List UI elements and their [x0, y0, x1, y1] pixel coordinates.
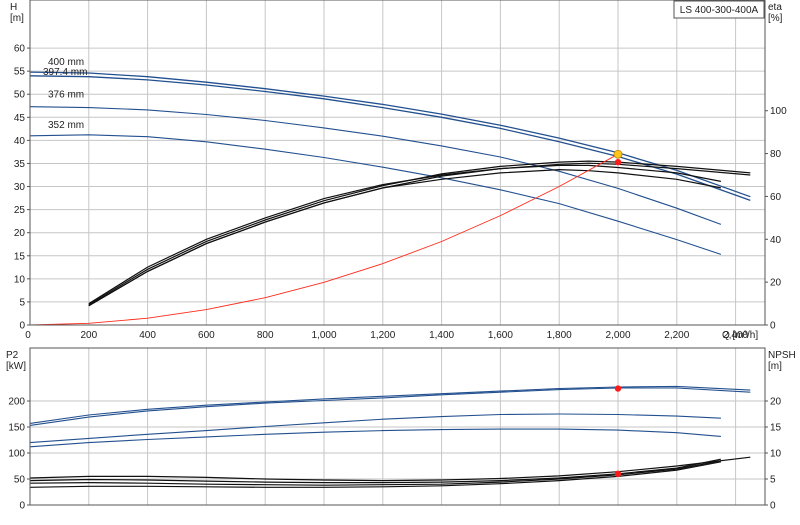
efficiency-curve: [88, 168, 722, 307]
head-tick-label: 20: [14, 228, 26, 239]
pump-curve-chart: 0 200 400 600 800 1,000 1,200 1,400 1,600 1,800 2,…: [0, 0, 800, 520]
eta-tick-label: 20: [770, 278, 782, 289]
head-tick-label: 10: [14, 274, 26, 285]
efficiency-curve: [88, 162, 751, 307]
npsh-axis-unit: [m]: [768, 361, 782, 372]
head-tick-label: 15: [14, 251, 26, 262]
pump-curve-svg: 0 200 400 600 800 1,000 1,200 1,400 1,600 1,800 2,…: [6, 0, 796, 512]
head-tick-label: 35: [14, 159, 26, 170]
head-tick-label: 40: [14, 136, 26, 147]
x-tick-label: 600: [198, 330, 215, 341]
x-axis-label: Q [m³/h]: [722, 330, 758, 341]
model-label: LS 400-300-400A: [680, 5, 759, 16]
head-curve: [29, 71, 751, 198]
x-tick-label: 200: [80, 330, 97, 341]
power-curve: [29, 413, 721, 444]
power-tick-label: 200: [8, 397, 25, 408]
x-tick-label: 800: [257, 330, 274, 341]
power-curve: [29, 385, 751, 424]
npsh-axis-label: NPSH: [768, 350, 796, 361]
duty-point-head-marker: [613, 149, 623, 159]
model-label-box: LS 400-300-400A: [673, 0, 765, 19]
power-curve: [29, 428, 721, 448]
npsh-tick-label: 15: [770, 423, 782, 434]
x-tick-label: 1,400: [429, 330, 454, 341]
head-tick-label: 30: [14, 182, 26, 193]
eta-axis-unit: [%]: [768, 13, 783, 24]
power-axis-label: P2: [6, 350, 19, 361]
eta-tick-label: 40: [770, 235, 782, 246]
power-tick-label: 50: [14, 475, 26, 486]
x-tick-label: 1,000: [311, 330, 336, 341]
head-axis-label: H: [10, 2, 17, 13]
duty-point-power-marker: [614, 385, 622, 392]
head-axis-unit: [m]: [10, 13, 24, 24]
power-tick-label: 150: [8, 423, 25, 434]
power-curve: [29, 387, 751, 426]
x-tick-label: 1,800: [547, 330, 572, 341]
power-tick-label: 0: [19, 501, 25, 512]
head-tick-label: 55: [14, 67, 26, 78]
head-tick-label: 0: [19, 321, 25, 332]
curves-layer: [29, 71, 751, 488]
power-tick-label: 100: [8, 449, 25, 460]
head-tick-label: 5: [19, 297, 25, 308]
x-tick-label: 2,000: [605, 330, 630, 341]
impeller-diameter-label: 352 mm: [48, 120, 84, 131]
eta-tick-label: 60: [770, 192, 782, 203]
npsh-tick-label: 20: [770, 397, 782, 408]
npsh-tick-label: 5: [770, 475, 776, 486]
npsh-tick-label: 0: [770, 501, 776, 512]
head-tick-label: 60: [14, 44, 26, 55]
x-tick-label: 0: [25, 330, 31, 341]
impeller-diameter-label: 376 mm: [48, 90, 84, 101]
eta-tick-label: 100: [770, 106, 787, 117]
head-tick-label: 45: [14, 113, 26, 124]
duty-point-npsh-marker: [614, 470, 622, 477]
x-tick-label: 2,200: [664, 330, 689, 341]
eta-tick-label: 0: [770, 321, 776, 332]
eta-axis-label: eta: [768, 2, 782, 13]
head-tick-label: 25: [14, 205, 26, 216]
duty-point-efficiency-marker: [614, 158, 622, 166]
x-tick-label: 1,600: [488, 330, 513, 341]
npsh-tick-label: 10: [770, 449, 782, 460]
x-tick-label: 400: [139, 330, 156, 341]
npsh-curve: [29, 456, 751, 482]
eta-tick-label: 80: [770, 149, 782, 160]
power-axis-unit: [kW]: [6, 361, 26, 372]
x-tick-label: 1,200: [370, 330, 395, 341]
head-tick-label: 50: [14, 90, 26, 101]
impeller-diameter-label: 397.4 mm: [43, 67, 87, 78]
